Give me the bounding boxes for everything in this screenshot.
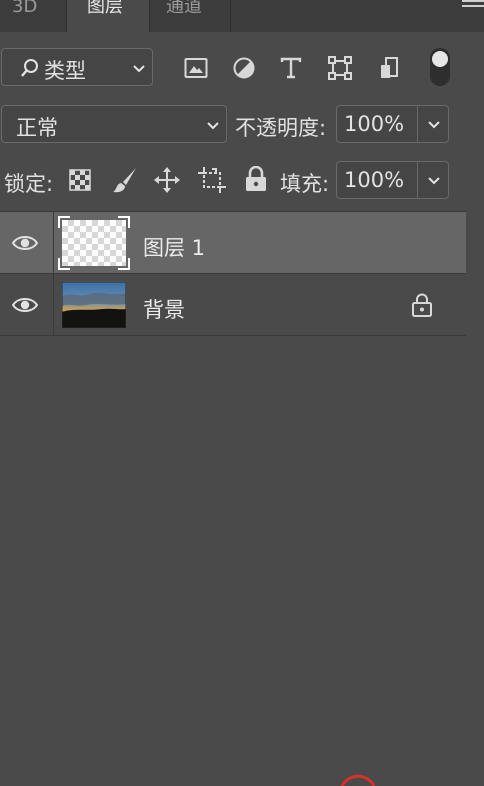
tab-layers[interactable]: 图层 xyxy=(67,0,149,32)
chevron-down-icon xyxy=(133,65,145,73)
lock-label: 锁定: xyxy=(4,172,54,196)
tab-3d[interactable]: 3D xyxy=(0,0,66,32)
layer-name: 背景 xyxy=(143,298,185,322)
tab-layers-label: 图层 xyxy=(87,0,123,17)
layer-row-layer1[interactable]: 图层 1 xyxy=(0,212,466,274)
field-divider xyxy=(417,106,418,142)
chevron-down-icon[interactable] xyxy=(427,120,441,130)
blend-mode-value: 正常 xyxy=(16,116,58,140)
panel-menu-icon[interactable] xyxy=(462,0,484,14)
filter-kind-dropdown[interactable]: 类型 xyxy=(1,48,153,86)
tab-3d-label: 3D xyxy=(12,0,38,17)
opacity-label: 不透明度: xyxy=(235,116,327,140)
panel-tab-bar: 3D 图层 通道 xyxy=(0,0,484,32)
blend-mode-dropdown[interactable]: 正常 xyxy=(1,105,227,143)
layer-name: 图层 1 xyxy=(143,236,206,260)
filter-toggle-knob xyxy=(432,51,448,67)
opacity-field[interactable]: 100% xyxy=(336,105,449,143)
fill-value[interactable]: 100% xyxy=(344,168,404,192)
filter-kind-label: 类型 xyxy=(44,59,86,83)
tab-channels-label: 通道 xyxy=(166,0,202,17)
lock-all-icon[interactable] xyxy=(245,166,267,192)
visibility-toggle[interactable] xyxy=(0,274,54,336)
opacity-value[interactable]: 100% xyxy=(344,112,404,136)
field-divider xyxy=(417,162,418,198)
visibility-toggle[interactable] xyxy=(0,212,54,274)
smart-object-filter-icon[interactable] xyxy=(378,56,400,80)
type-filter-icon[interactable] xyxy=(280,57,302,79)
eye-icon[interactable] xyxy=(12,234,38,252)
lock-position-icon[interactable] xyxy=(154,167,180,193)
eye-icon[interactable] xyxy=(12,296,38,314)
layer-thumbnail-landscape xyxy=(62,282,126,328)
fill-label: 填充: xyxy=(280,172,330,196)
adjustment-filter-icon[interactable] xyxy=(232,56,256,80)
selection-corner-brackets xyxy=(58,216,130,270)
fill-field[interactable]: 100% xyxy=(336,161,449,199)
lock-transparent-pixels-icon[interactable] xyxy=(69,169,91,191)
layer-row-background[interactable]: 背景 xyxy=(0,274,466,336)
search-icon xyxy=(21,59,38,77)
chevron-down-icon[interactable] xyxy=(427,176,441,186)
chevron-down-icon xyxy=(207,122,219,130)
image-filter-icon[interactable] xyxy=(184,57,208,79)
filter-toggle-switch[interactable] xyxy=(430,48,450,86)
tab-divider xyxy=(230,0,231,32)
tab-channels[interactable]: 通道 xyxy=(150,0,230,32)
lock-artboard-icon[interactable] xyxy=(198,167,226,193)
lock-image-pixels-icon[interactable] xyxy=(112,166,138,194)
shape-filter-icon[interactable] xyxy=(328,56,352,80)
lock-icon[interactable] xyxy=(411,293,433,317)
